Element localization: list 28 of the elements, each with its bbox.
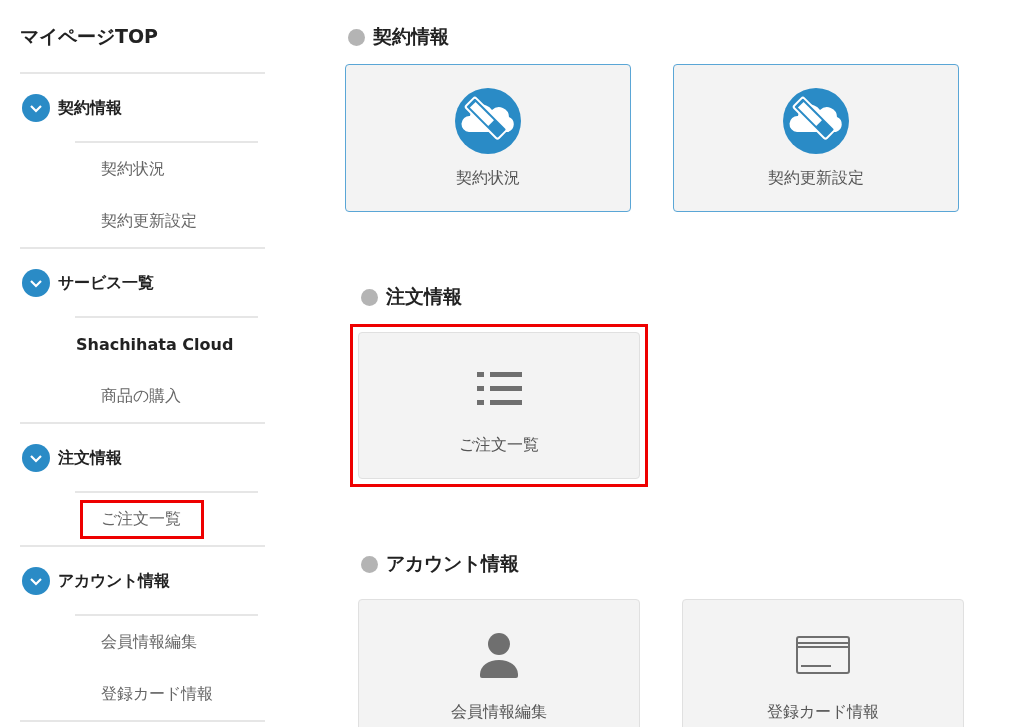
credit-card-icon xyxy=(796,636,850,674)
menu-card[interactable]: 会員情報編集 xyxy=(358,599,640,727)
section-label[interactable]: 契約情報 xyxy=(58,97,122,119)
section-heading: 契約情報 xyxy=(373,24,449,49)
sidebar-link[interactable]: 登録カード情報 xyxy=(101,683,213,705)
bullet-icon xyxy=(348,28,365,46)
page-title[interactable]: マイページTOP xyxy=(20,0,265,74)
cloud-pen-icon xyxy=(783,87,849,154)
menu-card[interactable]: 登録カード情報 xyxy=(682,599,964,727)
section-label[interactable]: サービス一覧 xyxy=(58,272,154,294)
sidebar-link[interactable]: 会員情報編集 xyxy=(101,631,197,653)
menu-card[interactable]: 契約状況 xyxy=(345,64,631,212)
sidebar-heading: Shachihata Cloud xyxy=(76,334,234,354)
sidebar-link[interactable]: 商品の購入 xyxy=(101,385,181,407)
person-icon xyxy=(480,632,518,678)
cloud-pen-icon xyxy=(455,87,521,154)
section-label[interactable]: 注文情報 xyxy=(58,447,122,469)
sidebar-link[interactable]: 契約状況 xyxy=(101,158,165,180)
sidebar-link[interactable]: ご注文一覧 xyxy=(83,502,201,536)
list-icon xyxy=(476,371,522,405)
bullet-icon xyxy=(361,288,378,306)
menu-card[interactable]: 契約更新設定 xyxy=(673,64,959,212)
section-heading: 注文情報 xyxy=(386,284,462,309)
bullet-icon xyxy=(361,555,378,573)
section-heading: アカウント情報 xyxy=(386,551,519,576)
section-label[interactable]: アカウント情報 xyxy=(58,570,170,592)
sidebar-link[interactable]: 契約更新設定 xyxy=(101,210,197,232)
menu-card[interactable]: ご注文一覧 xyxy=(358,332,640,479)
